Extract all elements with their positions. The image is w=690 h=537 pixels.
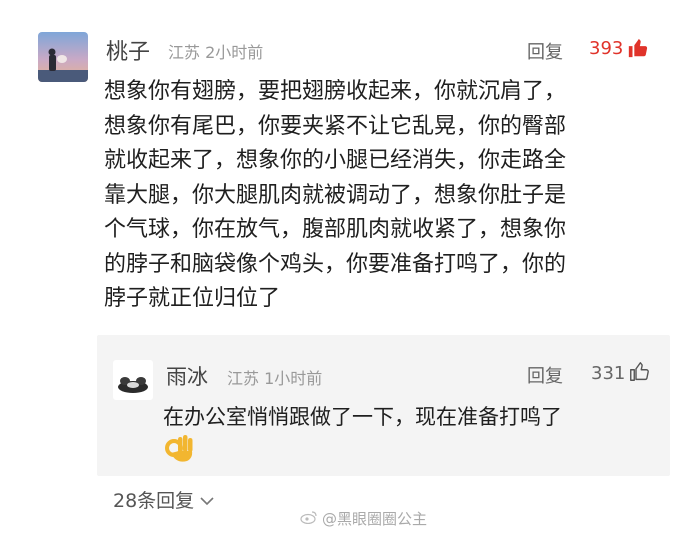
more-replies-label: 28条回复: [113, 490, 195, 512]
comment-line: 想象你有尾巴，你要夹紧不让它乱晃，你的臀部: [104, 113, 567, 139]
comment-time: 2小时前: [205, 43, 264, 62]
comment-line: 就收起来了，想象你的小腿已经消失，你走路全: [104, 148, 567, 173]
watermark: @黑眼圈圈公主: [300, 508, 427, 529]
comment-line: 靠大腿，你大腿肌肉就被调动了，想象你肚子是: [104, 182, 567, 208]
comment-line: 的脖子和脑袋像个鸡头，你要准备打鸣了，你的: [104, 251, 567, 277]
reply-avatar[interactable]: [113, 360, 153, 400]
reply-time: 1小时前: [264, 369, 323, 388]
ok-hand-icon: [163, 431, 197, 469]
comment-line: 想象你有翅膀，要把翅膀收起来，你就沉肩了，: [104, 79, 567, 104]
comment-meta: 江苏 2小时前: [168, 39, 263, 63]
weibo-logo-icon: [300, 510, 318, 528]
comment-username[interactable]: 桃子: [106, 34, 150, 66]
comment-body: 想象你有翅膀，要把翅膀收起来，你就沉肩了， 想象你有尾巴，你要夹紧不让它乱晃，你…: [104, 75, 660, 317]
like-count: 393: [589, 37, 624, 59]
reply-reply-button[interactable]: 回复: [527, 362, 563, 388]
more-replies-button[interactable]: 28条回复: [113, 486, 214, 513]
thumbs-up-icon: [629, 361, 650, 386]
reply-thread[interactable]: 雨冰 江苏 1小时前 回复 331 在办公室悄悄跟做了一下，现在准备打鸣了: [97, 335, 670, 476]
reply-button[interactable]: 回复: [527, 38, 563, 64]
watermark-text: @黑眼圈圈公主: [322, 510, 428, 528]
reply-meta: 江苏 1小时前: [227, 365, 322, 389]
comment-line: 脖子就正位归位了: [104, 286, 281, 311]
comment-location: 江苏: [168, 43, 201, 62]
like-button[interactable]: 393: [589, 37, 649, 59]
reply-username[interactable]: 雨冰: [166, 361, 208, 391]
chevron-down-icon: [200, 489, 214, 511]
reply-like-count: 331: [591, 363, 626, 384]
reply-body: 在办公室悄悄跟做了一下，现在准备打鸣了: [163, 405, 562, 429]
comment-line: 个气球，你在放气，腹部肌肉就收紧了，想象你: [104, 217, 567, 242]
reply-location: 江苏: [227, 369, 260, 388]
reply-like-button[interactable]: 331: [591, 361, 650, 386]
avatar[interactable]: [38, 32, 88, 82]
thumbs-up-icon: [627, 37, 649, 59]
